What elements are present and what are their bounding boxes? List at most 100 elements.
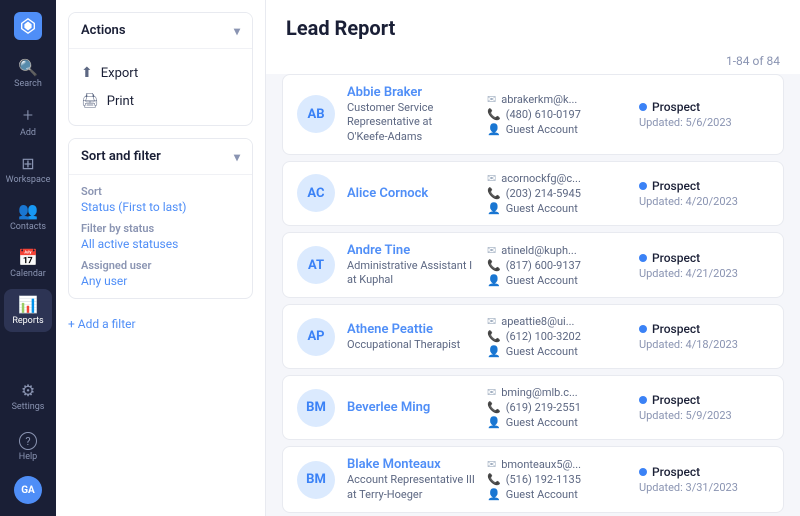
lead-status: Prospect Updated: 4/20/2023 bbox=[639, 179, 769, 208]
lead-card: AB Abbie Braker Customer Service Represe… bbox=[282, 74, 784, 155]
email-icon: ✉ bbox=[487, 386, 496, 399]
status-updated: Updated: 3/31/2023 bbox=[639, 481, 738, 494]
status-dot bbox=[639, 103, 647, 111]
phone-icon: 📞 bbox=[487, 473, 501, 486]
lead-name[interactable]: Alice Cornock bbox=[347, 186, 475, 201]
lead-account: 👤Guest Account bbox=[487, 416, 627, 429]
status-badge: Prospect bbox=[639, 100, 700, 114]
phone-icon: 📞 bbox=[487, 108, 501, 121]
lead-info: Athene Peattie Occupational Therapist bbox=[347, 322, 475, 352]
lead-status: Prospect Updated: 5/6/2023 bbox=[639, 100, 769, 129]
account-icon: 👤 bbox=[487, 416, 501, 429]
lead-email: ✉bmonteaux5@... bbox=[487, 458, 627, 471]
lead-phone: 📞(817) 600-9137 bbox=[487, 259, 627, 272]
lead-email: ✉abrakerkm@k... bbox=[487, 93, 627, 106]
chevron-down-icon: ▾ bbox=[234, 24, 240, 38]
lead-email: ✉bming@mlb.c... bbox=[487, 386, 627, 399]
lead-contact: ✉bmonteaux5@...📞(516) 192-1135👤Guest Acc… bbox=[487, 458, 627, 501]
status-dot bbox=[639, 182, 647, 190]
filter-status-section: Filter by status All active statuses bbox=[81, 222, 240, 251]
lead-contact: ✉abrakerkm@k...📞(480) 610-0197👤Guest Acc… bbox=[487, 93, 627, 136]
lead-status: Prospect Updated: 4/21/2023 bbox=[639, 251, 769, 280]
reports-icon: 📊 bbox=[18, 295, 38, 314]
print-button[interactable]: 🖨 Print bbox=[81, 87, 240, 115]
account-icon: 👤 bbox=[487, 345, 501, 358]
lead-name[interactable]: Blake Monteaux bbox=[347, 457, 475, 472]
status-updated: Updated: 4/20/2023 bbox=[639, 195, 738, 208]
add-filter-button[interactable]: + Add a filter bbox=[68, 311, 253, 337]
lead-name[interactable]: Beverlee Ming bbox=[347, 400, 475, 415]
email-icon: ✉ bbox=[487, 93, 496, 106]
help-icon: ? bbox=[19, 432, 37, 450]
lead-info: Abbie Braker Customer Service Representa… bbox=[347, 85, 475, 144]
status-updated: Updated: 5/6/2023 bbox=[639, 116, 732, 129]
lead-contact: ✉bming@mlb.c... 📞(619) 219-2551 👤Guest Acc… bbox=[487, 386, 627, 429]
lead-phone: 📞(480) 610-0197 bbox=[487, 108, 627, 121]
status-badge: Prospect bbox=[639, 465, 700, 479]
status-updated: Updated: 5/9/2023 bbox=[639, 409, 732, 422]
lead-contact: ✉apeattie8@ui... 📞(612) 100-3202 👤Guest Ac… bbox=[487, 315, 627, 358]
lead-email: ✉apeattie8@ui... bbox=[487, 315, 627, 328]
lead-subtitle: Account Representative III at Terry-Hoeg… bbox=[347, 473, 475, 502]
account-icon: 👤 bbox=[487, 202, 501, 215]
lead-status: Prospect Updated: 4/18/2023 bbox=[639, 322, 769, 351]
assigned-user-section: Assigned user Any user bbox=[81, 259, 240, 288]
lead-card: AT Andre Tine Administrative Assistant I… bbox=[282, 232, 784, 299]
app-logo[interactable] bbox=[14, 12, 42, 40]
sidebar-item-calendar[interactable]: 📅 Calendar bbox=[4, 242, 52, 285]
account-icon: 👤 bbox=[487, 488, 501, 501]
lead-name[interactable]: Athene Peattie bbox=[347, 322, 475, 337]
sort-filter-body: Sort Status (First to last) Filter by st… bbox=[69, 174, 252, 298]
left-navigation: 🔍 Search + Add ⊞ Workspace 👥 Contacts 📅 … bbox=[0, 0, 56, 516]
status-dot bbox=[639, 254, 647, 262]
actions-header[interactable]: Actions ▾ bbox=[69, 13, 252, 48]
sidebar-item-reports[interactable]: 📊 Reports bbox=[4, 289, 52, 332]
sidebar-item-contacts[interactable]: 👥 Contacts bbox=[4, 195, 52, 238]
phone-icon: 📞 bbox=[487, 401, 501, 414]
lead-info: Andre Tine Administrative Assistant I at… bbox=[347, 243, 475, 288]
lead-account: 👤Guest Account bbox=[487, 274, 627, 287]
lead-name[interactable]: Andre Tine bbox=[347, 243, 475, 258]
sidebar-item-settings[interactable]: ⚙ Settings bbox=[4, 375, 52, 418]
phone-icon: 📞 bbox=[487, 330, 501, 343]
assigned-user-value[interactable]: Any user bbox=[81, 274, 240, 288]
email-icon: ✉ bbox=[487, 244, 496, 257]
sidebar-item-add[interactable]: + Add bbox=[4, 99, 52, 144]
status-dot bbox=[639, 396, 647, 404]
actions-section: Actions ▾ ⬆ Export 🖨 Print bbox=[68, 12, 253, 126]
sidebar-item-search[interactable]: 🔍 Search bbox=[4, 52, 52, 95]
lead-info: Blake Monteaux Account Representative II… bbox=[347, 457, 475, 502]
print-icon: 🖨 bbox=[81, 93, 99, 109]
actions-body: ⬆ Export 🖨 Print bbox=[69, 48, 252, 125]
lead-phone: 📞(619) 219-2551 bbox=[487, 401, 627, 414]
lead-card: BM Beverlee Ming ✉bming@mlb.c...📞(619) 2… bbox=[282, 375, 784, 440]
results-count: 1-84 of 84 bbox=[266, 48, 800, 74]
status-badge: Prospect bbox=[639, 251, 700, 265]
export-button[interactable]: ⬆ Export bbox=[81, 59, 240, 87]
phone-icon: 📞 bbox=[487, 187, 501, 200]
lead-account: 👤Guest Account bbox=[487, 202, 627, 215]
sort-filter-header[interactable]: Sort and filter ▾ bbox=[69, 139, 252, 174]
lead-avatar: AC bbox=[297, 174, 335, 212]
account-icon: 👤 bbox=[487, 274, 501, 287]
lead-subtitle: Occupational Therapist bbox=[347, 338, 475, 352]
lead-avatar: AT bbox=[297, 246, 335, 284]
add-icon: + bbox=[23, 105, 33, 126]
page-title: Lead Report bbox=[286, 16, 780, 40]
lead-account: 👤Guest Account bbox=[487, 345, 627, 358]
lead-status: Prospect Updated: 3/31/2023 bbox=[639, 465, 769, 494]
sidebar-item-workspace[interactable]: ⊞ Workspace bbox=[4, 148, 52, 191]
lead-status: Prospect Updated: 5/9/2023 bbox=[639, 393, 769, 422]
lead-phone: 📞(612) 100-3202 bbox=[487, 330, 627, 343]
user-avatar[interactable]: GA bbox=[14, 476, 42, 504]
lead-contact: ✉atineld@kuph...📞(817) 600-9137👤Guest Ac… bbox=[487, 244, 627, 287]
lead-name[interactable]: Abbie Braker bbox=[347, 85, 475, 100]
workspace-icon: ⊞ bbox=[21, 154, 34, 173]
sidebar-panel: Actions ▾ ⬆ Export 🖨 Print Sort and filt… bbox=[56, 0, 266, 516]
lead-info: Alice Cornock bbox=[347, 186, 475, 201]
sort-value[interactable]: Status (First to last) bbox=[81, 200, 240, 214]
settings-icon: ⚙ bbox=[21, 381, 35, 400]
lead-info: Beverlee Ming bbox=[347, 400, 475, 415]
filter-status-value[interactable]: All active statuses bbox=[81, 237, 240, 251]
sidebar-item-help[interactable]: ? Help bbox=[4, 426, 52, 468]
